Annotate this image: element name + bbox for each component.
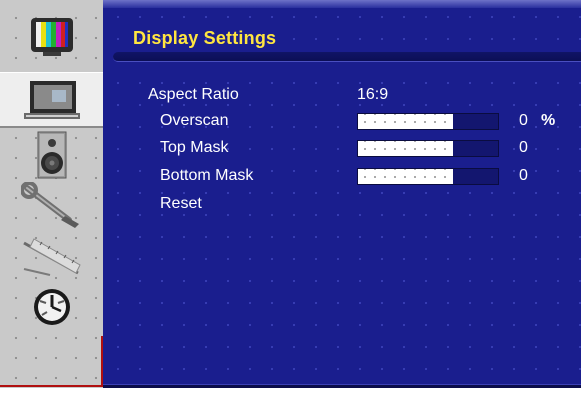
bottom-mask-label[interactable]: Bottom Mask: [160, 167, 253, 185]
bottom-mask-slider-fill: [358, 169, 454, 184]
top-mask-slider[interactable]: [357, 140, 499, 157]
title-underline: [113, 52, 581, 62]
panel-top-bar: [103, 0, 581, 8]
settings-panel: Display Settings Aspect Ratio 16:9 Overs…: [103, 0, 581, 402]
wrench-icon: [20, 182, 79, 228]
bottom-mask-slider[interactable]: [357, 168, 499, 185]
tv-color-bars-icon: [30, 18, 73, 56]
sidebar-item-picture[interactable]: [0, 10, 103, 64]
reset-option[interactable]: Reset: [160, 195, 202, 213]
sidebar-item-audio[interactable]: [0, 128, 103, 182]
aspect-ratio-label[interactable]: Aspect Ratio: [148, 86, 239, 104]
bottom-strip: [0, 388, 581, 402]
overscan-value: 0: [519, 112, 528, 129]
sidebar-item-timer[interactable]: [0, 282, 103, 332]
clock-icon: [33, 289, 70, 325]
aspect-ratio-value[interactable]: 16:9: [357, 86, 388, 104]
page-title: Display Settings: [133, 28, 277, 48]
top-mask-label[interactable]: Top Mask: [160, 139, 228, 157]
overscan-slider-fill: [358, 114, 454, 129]
sidebar-bottom-rule: [0, 385, 103, 387]
top-mask-slider-fill: [358, 141, 454, 156]
bottom-mask-value: 0: [519, 167, 528, 184]
category-sidebar: [0, 0, 103, 402]
top-mask-value: 0: [519, 139, 528, 156]
overscan-slider[interactable]: [357, 113, 499, 130]
monitor-display-icon: [23, 80, 80, 119]
ruler-scale-icon: [22, 238, 81, 276]
overscan-label[interactable]: Overscan: [160, 112, 228, 130]
speaker-icon: [37, 131, 66, 179]
sidebar-item-tools[interactable]: [0, 180, 103, 230]
sidebar-item-geometry[interactable]: [0, 232, 103, 282]
sidebar-item-display[interactable]: [0, 72, 103, 128]
overscan-unit: %: [541, 112, 556, 129]
